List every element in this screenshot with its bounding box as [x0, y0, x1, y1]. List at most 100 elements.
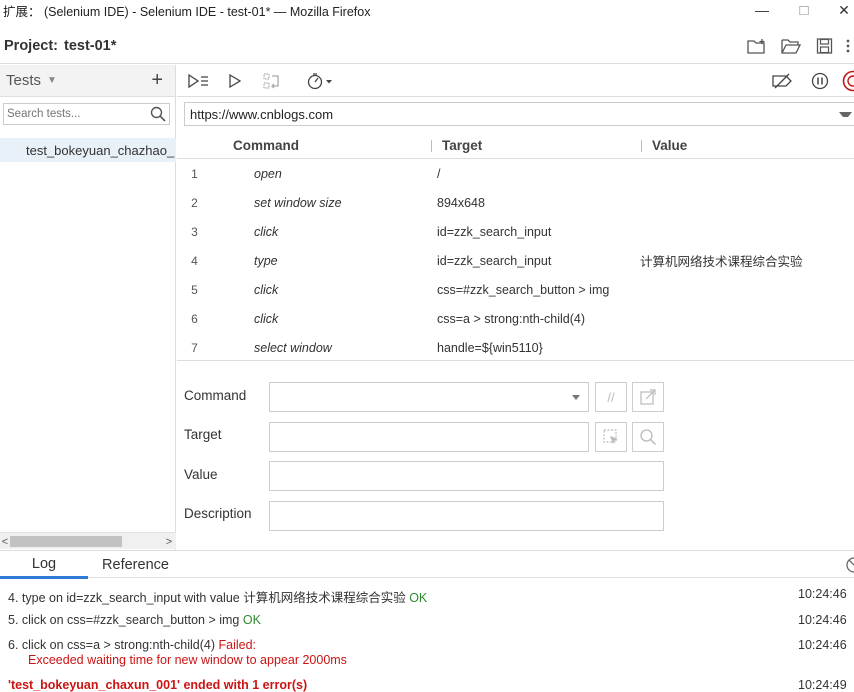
find-target-button[interactable] [632, 422, 664, 452]
log-status: OK [242, 613, 261, 627]
comment-toggle-button[interactable]: // [595, 382, 627, 412]
row-command: type [254, 253, 278, 268]
scroll-right-icon[interactable]: > [164, 533, 174, 550]
log-status: OK [409, 591, 428, 605]
row-number: 6 [191, 311, 198, 326]
table-row[interactable]: 4 type id=zzk_search_input 计算机网络技术课程综合实验 [177, 246, 854, 275]
column-divider[interactable] [431, 140, 432, 152]
command-select[interactable] [269, 382, 589, 412]
tests-dropdown[interactable]: Tests [0, 72, 41, 89]
window-title: 扩展： (Selenium IDE) - Selenium IDE - test… [3, 4, 371, 19]
log-entry: 6. click on css=a > strong:nth-child(4) … [8, 638, 256, 652]
horizontal-scrollbar[interactable]: < > [0, 532, 176, 549]
description-input[interactable] [269, 501, 664, 531]
log-time: 10:24:49 [798, 678, 847, 692]
project-header: Project: test-01* [0, 28, 854, 64]
column-divider[interactable] [641, 140, 642, 152]
row-target: css=a > strong:nth-child(4) [437, 311, 585, 326]
table-row[interactable]: 7 select window handle=${win5110} [177, 333, 854, 362]
value-input[interactable] [269, 461, 664, 491]
tests-panel: Tests ▼ + test_bokeyuan_chazhao_ < > [0, 65, 176, 550]
command-editor: Command // Target Value Description [177, 362, 854, 550]
log-entry: 4. type on id=zzk_search_input with valu… [8, 587, 427, 606]
tab-log[interactable]: Log [0, 551, 88, 579]
add-test-button[interactable]: + [151, 69, 163, 92]
chevron-down-icon[interactable] [839, 112, 852, 117]
select-element-icon [603, 429, 618, 444]
row-number: 2 [191, 195, 198, 210]
scrollbar-thumb[interactable] [10, 536, 122, 547]
log-text: 4. type on id=zzk_search_input with valu… [8, 591, 410, 605]
chevron-down-icon[interactable]: ▼ [47, 75, 57, 86]
row-target: id=zzk_search_input [437, 224, 552, 239]
log-error-detail: Exceeded waiting time for new window to … [28, 653, 347, 667]
command-column-header: Command [233, 137, 300, 153]
row-number: 5 [191, 282, 198, 297]
tests-header: Tests ▼ + [0, 65, 175, 97]
row-command: click [254, 311, 279, 326]
close-button[interactable]: ✕ [834, 0, 854, 20]
row-number: 1 [191, 166, 198, 181]
playback-toolbar [177, 65, 854, 97]
save-icon[interactable] [808, 28, 842, 64]
test-list-item[interactable]: test_bokeyuan_chazhao_ [0, 138, 176, 162]
open-reference-button[interactable] [632, 382, 664, 412]
row-command: open [254, 166, 282, 181]
scroll-left-icon[interactable]: < [0, 533, 10, 550]
tab-reference[interactable]: Reference [88, 551, 183, 579]
step-over-icon[interactable] [259, 69, 285, 93]
row-command: select window [254, 340, 332, 355]
more-icon[interactable] [842, 28, 854, 64]
row-value: 计算机网络技术课程综合实验 [640, 255, 803, 269]
target-column-header: Target [442, 137, 483, 153]
speed-icon[interactable] [305, 69, 337, 93]
clear-log-icon[interactable] [845, 556, 854, 574]
run-all-tests-icon[interactable] [185, 69, 211, 93]
search-icon[interactable] [150, 106, 166, 125]
row-number: 4 [191, 253, 198, 268]
chevron-down-icon[interactable] [572, 395, 580, 400]
table-row[interactable]: 5 click css=#zzk_search_button > img [177, 275, 854, 304]
description-label: Description [184, 506, 252, 521]
target-input[interactable] [269, 422, 589, 452]
disable-breakpoints-icon[interactable] [769, 69, 795, 93]
log-time: 10:24:46 [798, 613, 847, 627]
row-target: 894x648 [437, 195, 485, 210]
minimize-button[interactable]: — [747, 0, 777, 20]
external-link-icon [640, 389, 656, 405]
table-row[interactable]: 3 click id=zzk_search_input [177, 217, 854, 246]
search-icon [640, 429, 657, 446]
row-command: click [254, 282, 279, 297]
project-name[interactable]: test-01* [64, 38, 116, 54]
command-table: Command Target Value 1 open / 2 set wind… [177, 131, 854, 361]
log-text: 5. click on css=#zzk_search_button > img [8, 613, 243, 627]
log-tabs: Log Reference [0, 550, 854, 579]
target-label: Target [184, 427, 222, 442]
run-current-test-icon[interactable] [222, 69, 248, 93]
log-status: Failed: [218, 638, 257, 652]
project-label: Project: [4, 37, 58, 54]
table-row[interactable]: 1 open / [177, 159, 854, 188]
row-target: / [437, 166, 441, 181]
log-summary: 'test_bokeyuan_chaxun_001' ended with 1 … [8, 678, 308, 692]
pause-icon[interactable] [807, 69, 833, 93]
maximize-button[interactable]: □ [789, 0, 819, 20]
record-icon[interactable] [842, 69, 854, 93]
open-folder-icon[interactable] [774, 28, 808, 64]
row-number: 7 [191, 340, 198, 355]
log-time: 10:24:46 [798, 587, 847, 601]
table-row[interactable]: 6 click css=a > strong:nth-child(4) [177, 304, 854, 333]
log-text: 6. click on css=a > strong:nth-child(4) [8, 638, 219, 652]
row-target: handle=${win5110} [437, 340, 543, 355]
select-target-button[interactable] [595, 422, 627, 452]
search-tests-box [3, 103, 170, 125]
row-command: set window size [254, 195, 342, 210]
table-row[interactable]: 2 set window size 894x648 [177, 188, 854, 217]
search-tests-input[interactable] [4, 104, 144, 124]
base-url-input[interactable]: https://www.cnblogs.com [184, 102, 854, 126]
value-column-header: Value [652, 137, 688, 153]
new-folder-icon[interactable] [740, 28, 774, 64]
window-titlebar: 扩展： (Selenium IDE) - Selenium IDE - test… [0, 0, 854, 20]
row-number: 3 [191, 224, 198, 239]
log-entry: 5. click on css=#zzk_search_button > img… [8, 613, 261, 627]
